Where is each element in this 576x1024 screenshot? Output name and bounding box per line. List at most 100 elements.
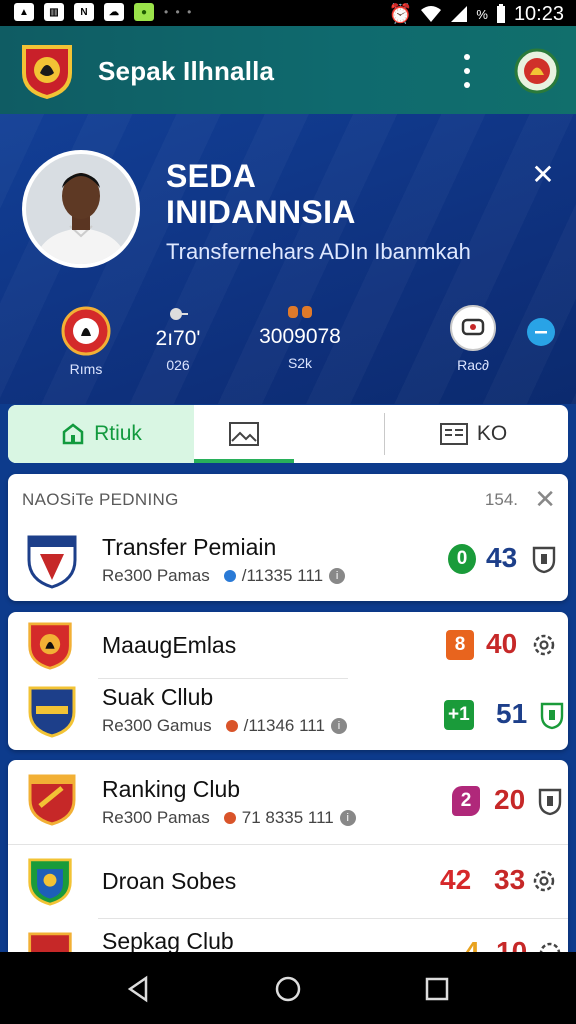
stat-label: 026 <box>166 357 190 373</box>
flag-icon <box>225 720 238 732</box>
tab-label: KO <box>476 422 508 445</box>
more-stats-icon[interactable] <box>526 317 556 347</box>
back-icon[interactable] <box>124 974 154 1004</box>
club-name: MaaugEmlas <box>102 632 237 658</box>
federation-badge-icon[interactable] <box>514 48 560 94</box>
club-meta: Re300 Gamus /11346 111 i <box>102 716 347 736</box>
signal-icon <box>451 6 468 22</box>
club-crest-icon <box>28 686 76 738</box>
score-value: 43 <box>486 542 518 573</box>
gear-icon[interactable] <box>536 938 564 952</box>
stat-race[interactable]: Rac∂ <box>446 304 500 373</box>
close-icon[interactable]: ✕ <box>530 161 556 189</box>
stat-label: Rıms <box>69 361 103 377</box>
gear-icon[interactable] <box>530 866 558 896</box>
info-icon[interactable]: i <box>330 718 347 734</box>
rank-badge: 2 <box>452 786 480 816</box>
panel-count: 154. <box>484 490 518 509</box>
club-logo-icon[interactable] <box>20 43 74 99</box>
tab-empty[interactable] <box>294 405 378 463</box>
list-item[interactable]: Ranking Club Re300 Pamas 71 8335 111 i 2… <box>8 760 568 844</box>
clock-time: 10:23 <box>513 2 564 25</box>
player-avatar[interactable] <box>22 150 140 268</box>
rank-badge: 4 <box>464 936 480 952</box>
list-item[interactable]: Droan Sobes 42 33 <box>8 844 568 918</box>
tab-media[interactable] <box>194 405 294 463</box>
rank-badge: +1 <box>444 700 474 730</box>
list-item[interactable]: Sepkag Club 4 10 <box>8 918 568 952</box>
home-icon[interactable] <box>273 974 303 1004</box>
recents-icon[interactable] <box>422 974 452 1004</box>
profile-hero: SEDA INIDANNSIA Transfernehars ADIn Iban… <box>0 114 576 404</box>
close-icon[interactable]: ✕ <box>534 484 556 515</box>
club-name: Suak Cllub <box>102 684 214 710</box>
ball-icon <box>170 308 188 320</box>
home-icon <box>62 423 84 445</box>
panel-header: NAOSiTe PEDNING <box>22 490 179 509</box>
gear-icon[interactable] <box>530 630 558 660</box>
stat-value: 3009078 <box>259 325 341 348</box>
info-icon[interactable]: i <box>339 810 356 826</box>
shield-icon[interactable] <box>538 700 566 730</box>
meta-left: Re300 Gamus <box>102 716 212 735</box>
shield-icon[interactable] <box>536 786 564 816</box>
rank-badge: 8 <box>446 630 474 660</box>
list-item[interactable]: Transfer Pemiain Re300 Pamas /11335 111 … <box>8 524 568 596</box>
status-bar: ▲ ▥ N ☁ ● • • • ⏰ % 10:23 <box>0 0 576 26</box>
tab-underline <box>194 459 294 463</box>
club-crest-icon <box>28 932 72 952</box>
overflow-menu-icon[interactable] <box>458 54 476 88</box>
list-icon <box>439 423 468 445</box>
player-photo <box>26 154 136 264</box>
stat-label: Rac∂ <box>457 357 489 373</box>
flag-icon <box>223 812 236 824</box>
status-right: ⏰ % 10:23 <box>389 2 564 26</box>
club-crest-icon <box>28 858 72 906</box>
gloves-icon <box>288 306 312 318</box>
club-name: Transfer Pemiain <box>102 534 277 560</box>
shield-icon[interactable] <box>530 544 558 574</box>
rank-badge: 42 <box>440 864 472 895</box>
stat-minutes[interactable]: 2ı70' 026 <box>140 306 216 373</box>
score-value: 33 <box>494 864 526 895</box>
stat-club[interactable]: Rıms <box>58 306 114 377</box>
crest-icon <box>61 306 111 356</box>
club-crest-icon <box>27 535 77 589</box>
image-icon <box>229 422 259 446</box>
stat-label: S2k <box>287 355 313 371</box>
club-crest-icon <box>28 774 76 826</box>
club-name: Sepkag Club <box>102 928 234 952</box>
sim-icon: ▥ <box>44 3 64 21</box>
tab-list[interactable]: KO <box>378 405 568 463</box>
meta-right: 71 8335 111 <box>241 808 334 827</box>
list-item[interactable]: Suak Cllub Re300 Gamus /11346 111 i +1 5… <box>8 678 568 750</box>
alarm-icon: ⏰ <box>388 4 413 25</box>
app-header: Sepak Ilhnalla <box>0 26 576 114</box>
club-list-panel: MaaugEmlas 8 40 Suak Cllub Re300 Gamus /… <box>8 612 568 750</box>
player-name: SEDA INIDANNSIA <box>166 158 356 230</box>
club-name: Droan Sobes <box>102 868 237 894</box>
score-value: 10 <box>496 936 528 952</box>
flag-icon <box>223 570 236 582</box>
rank-badge: 0 <box>448 544 476 574</box>
ranking-panel: Ranking Club Re300 Pamas 71 8335 111 i 2… <box>8 760 568 952</box>
cloud-icon: ☁ <box>104 3 124 21</box>
stat-value: 2ı70' <box>155 327 201 350</box>
info-icon[interactable]: i <box>329 568 346 584</box>
nfc-icon: N <box>74 3 94 21</box>
player-name-line1: SEDA <box>166 158 257 194</box>
score-value: 20 <box>494 784 526 815</box>
battery-text: % <box>476 6 488 22</box>
status-left-icons: ▲ ▥ N ☁ ● • • • <box>14 3 193 21</box>
whistle-icon <box>450 305 496 351</box>
player-subtitle: Transfernehars ADIn Ibanmkah <box>166 239 471 264</box>
app-icon: ● <box>134 3 154 21</box>
image-icon: ▲ <box>14 3 34 21</box>
stat-value-market[interactable]: 3009078 S2k <box>250 302 350 371</box>
list-item[interactable]: MaaugEmlas 8 40 <box>8 612 568 678</box>
pending-transfers-panel: NAOSiTe PEDNING 154. ✕ Transfer Pemiain … <box>8 474 568 601</box>
player-name-line2: INIDANNSIA <box>166 194 356 230</box>
tab-rank[interactable]: Rtiuk <box>8 405 194 463</box>
tab-bar: Rtiuk KO <box>8 405 568 463</box>
club-name: Ranking Club <box>102 776 241 802</box>
